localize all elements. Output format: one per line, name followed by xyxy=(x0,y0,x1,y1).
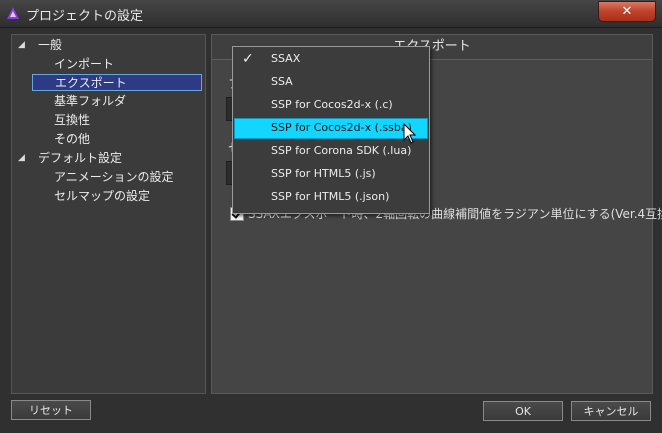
tree-item-label: デフォルト設定 xyxy=(38,151,123,165)
expand-triangle-icon[interactable]: ◢ xyxy=(18,150,28,167)
tree-item-label: 互換性 xyxy=(54,113,91,127)
menu-item-cocos2dx-ssba[interactable]: SSP for Cocos2d-x (.ssba) xyxy=(234,118,428,139)
menu-item-label: SSP for HTML5 (.json) xyxy=(271,190,390,203)
menu-item-cocos2dx-c[interactable]: SSP for Cocos2d-x (.c) xyxy=(234,95,428,116)
tree-item-label: インポート xyxy=(54,57,115,71)
tree-item-base-folder[interactable]: 基準フォルダ xyxy=(54,93,126,110)
menu-item-label: SSA xyxy=(271,75,293,88)
window-title: プロジェクトの設定 xyxy=(26,9,144,24)
menu-item-label: SSP for Corona SDK (.lua) xyxy=(271,144,412,157)
menu-item-ssax[interactable]: ✓ SSAX xyxy=(234,49,428,70)
menu-item-ssa[interactable]: SSA xyxy=(234,72,428,93)
menu-item-html5-js[interactable]: SSP for HTML5 (.js) xyxy=(234,164,428,185)
menu-item-label: SSAX xyxy=(271,52,301,65)
tree-item-label: 一般 xyxy=(38,38,63,52)
ok-button[interactable]: OK xyxy=(483,401,563,421)
menu-item-html5-json[interactable]: SSP for HTML5 (.json) xyxy=(234,187,428,208)
tree-item-other[interactable]: その他 xyxy=(54,131,90,148)
menu-item-label: SSP for HTML5 (.js) xyxy=(271,167,376,180)
tree-item-label: その他 xyxy=(54,132,91,146)
menu-item-corona-lua[interactable]: SSP for Corona SDK (.lua) xyxy=(234,141,428,162)
project-settings-dialog: プロジェクトの設定 ✕ ◢ 一般 インポート エクスポート 基準フォルダ 互換性… xyxy=(0,0,662,433)
tree-item-compatibility[interactable]: 互換性 xyxy=(54,112,90,129)
menu-item-label: SSP for Cocos2d-x (.ssba) xyxy=(271,121,412,134)
app-logo-icon xyxy=(7,7,19,19)
tree-item-animation-settings[interactable]: アニメーションの設定 xyxy=(54,169,174,186)
close-icon: ✕ xyxy=(621,4,633,19)
mouse-pointer-icon xyxy=(403,123,417,144)
export-format-dropdown: ✓ SSAX SSA SSP for Cocos2d-x (.c) SSP fo… xyxy=(232,46,430,214)
settings-tree: ◢ 一般 インポート エクスポート 基準フォルダ 互換性 その他 ◢ デフォルト… xyxy=(11,34,206,394)
reset-button[interactable]: リセット xyxy=(11,400,91,420)
title-bar[interactable]: プロジェクトの設定 ✕ xyxy=(0,0,662,28)
tree-item-cellmap-settings[interactable]: セルマップの設定 xyxy=(54,188,150,205)
cancel-button[interactable]: キャンセル xyxy=(571,401,651,421)
tree-item-import[interactable]: インポート xyxy=(54,56,114,73)
menu-item-label: SSP for Cocos2d-x (.c) xyxy=(271,98,393,111)
close-button[interactable]: ✕ xyxy=(598,1,656,22)
tree-item-label: エクスポート xyxy=(55,76,127,90)
tree-item-label: セルマップの設定 xyxy=(54,189,151,203)
tree-item-export[interactable]: エクスポート xyxy=(32,74,202,91)
expand-triangle-icon[interactable]: ◢ xyxy=(18,37,28,54)
check-icon: ✓ xyxy=(242,51,254,67)
tree-item-label: 基準フォルダ xyxy=(54,94,127,108)
tree-item-label: アニメーションの設定 xyxy=(54,170,174,184)
